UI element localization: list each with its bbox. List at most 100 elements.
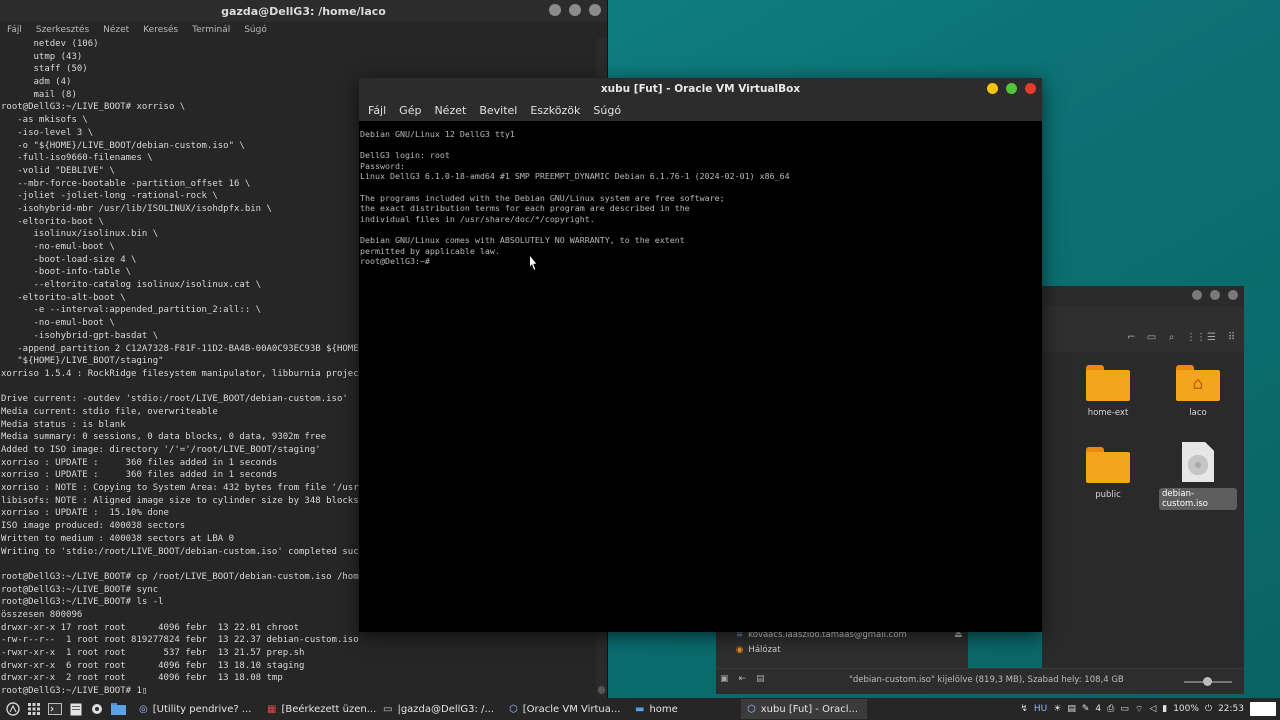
clipboard-icon[interactable]: ▤ (1067, 704, 1076, 714)
settings-launcher-icon[interactable] (88, 701, 106, 717)
virtualbox-icon: ⬡ (747, 703, 756, 715)
icon-view-icon[interactable]: ⋮⋮ (1186, 332, 1206, 343)
clock[interactable]: 22:53 (1218, 704, 1244, 714)
volume-icon[interactable]: ◁ (1149, 704, 1156, 714)
menu-search[interactable]: Keresés (143, 25, 178, 35)
taskbar-task[interactable]: ◎ [Utility pendrive? ... (133, 699, 261, 719)
folder-launcher-icon[interactable] (109, 701, 127, 717)
console-line: permitted by applicable law. (360, 245, 500, 256)
wifi-icon[interactable]: ⌔ (1135, 704, 1143, 715)
display-icon[interactable]: ▭ (1120, 704, 1129, 714)
folder-icon (1086, 365, 1130, 401)
menu-view[interactable]: Nézet (434, 104, 466, 117)
terminal-launcher-icon[interactable] (46, 701, 64, 717)
menu-file[interactable]: Fájl (368, 104, 386, 117)
terminal-titlebar[interactable]: gazda@DellG3: /home/laco (0, 0, 607, 22)
console-line: root@DellG3:~# (360, 256, 435, 267)
terminal-here-icon[interactable]: ⌐ (1126, 332, 1137, 343)
path-toggle-icon[interactable]: ⇤ (739, 674, 747, 684)
power-icon[interactable]: ⏻ (1205, 704, 1212, 714)
terminal-icon: ▭ (383, 703, 393, 715)
sidebar-item-network[interactable]: ◉ Hálózat (736, 645, 781, 655)
battery-icon[interactable]: ▮ (1162, 704, 1167, 714)
new-folder-icon[interactable]: ▭ (1146, 332, 1157, 343)
menu-help[interactable]: Súgó (593, 104, 621, 117)
notes-icon[interactable]: ✎ (1082, 704, 1090, 714)
file-view[interactable]: home-ext ⌂ laco public debian-custom.iso (1042, 352, 1244, 682)
virtualbox-icon: ⬡ (509, 703, 518, 715)
menu-help[interactable]: Súgó (244, 25, 267, 35)
terminal-line: drwxr-xr-x 6 root root 4096 febr 13 18.1… (1, 660, 305, 671)
show-desktop-icon[interactable] (25, 701, 43, 717)
minimize-button[interactable] (549, 4, 561, 16)
vm-console-screen[interactable]: Debian GNU/Linux 12 DellG3 tty1 DellG3 lo… (359, 121, 1042, 632)
maximize-button[interactable] (1006, 83, 1017, 94)
virtualbox-titlebar[interactable]: xubu [Fut] - Oracle VM VirtualBox (359, 78, 1042, 100)
menu-edit[interactable]: Szerkesztés (36, 25, 89, 35)
terminal-title: gazda@DellG3: /home/laco (221, 4, 386, 18)
close-button[interactable] (1228, 290, 1238, 300)
console-line: Password: (360, 160, 405, 171)
scrollbar-thumb[interactable] (598, 686, 605, 694)
console-line: Debian GNU/Linux comes with ABSOLUTELY N… (360, 234, 685, 245)
terminal-line: -rw-r--r-- 1 root root 819277824 febr 13… (1, 635, 359, 646)
file-label: debian-custom.iso (1159, 488, 1237, 510)
network-icon: ◉ (736, 645, 744, 655)
menu-devices[interactable]: Eszközök (530, 104, 580, 117)
file-manager-titlebar[interactable] (1042, 286, 1244, 306)
terminal-line: -rwxr-xr-x 1 root root 537 febr 13 21.57… (1, 648, 305, 658)
file-label: home-ext (1087, 408, 1129, 418)
console-line: individual files in /usr/share/doc/*/cop… (360, 213, 595, 224)
workspace-switcher[interactable] (1250, 702, 1276, 716)
file-item[interactable]: ⌂ laco (1159, 362, 1237, 419)
file-manager-toolbar: ⌐ ▭ ⌕ ⋮⋮ ☰ ⠿ (1042, 326, 1244, 348)
file-label: public (1095, 490, 1121, 500)
sidebar-toggle-icon[interactable]: ▣ (720, 674, 729, 684)
update-icon[interactable]: ↯ (1020, 704, 1028, 714)
taskbar: ◎ [Utility pendrive? ... ▦ [Beérkezett ü… (0, 698, 1280, 720)
taskbar-task[interactable]: ▭ |gazda@DellG3: /... (377, 699, 503, 719)
file-item[interactable]: public (1069, 444, 1147, 501)
terminal-line: root@DellG3:~/LIVE_BOOT# 1▯ (1, 686, 148, 697)
menu-terminal[interactable]: Terminál (192, 25, 230, 35)
taskbar-task[interactable]: ▦ [Beérkezett üzen... (261, 699, 377, 719)
minimize-button[interactable] (987, 83, 998, 94)
virtualbox-window[interactable]: xubu [Fut] - Oracle VM VirtualBox Fájl G… (359, 78, 1042, 632)
file-label: laco (1189, 408, 1207, 418)
file-item[interactable]: home-ext (1069, 362, 1147, 419)
maximize-button[interactable] (569, 4, 581, 16)
taskbar-task[interactable]: ⬡ [Oracle VM Virtua... (503, 699, 629, 719)
details-toggle-icon[interactable]: ▤ (756, 674, 765, 684)
zoom-slider-knob[interactable] (1203, 677, 1212, 686)
mail-icon: ▦ (267, 703, 277, 715)
close-button[interactable] (589, 4, 601, 16)
compact-view-icon[interactable]: ⠿ (1226, 332, 1237, 343)
terminal-line: staff (50) (1, 64, 88, 75)
menu-view[interactable]: Nézet (103, 25, 129, 35)
menu-file[interactable]: Fájl (7, 25, 22, 35)
status-text: "debian-custom.iso" kijelölve (819,3 MB)… (849, 675, 1124, 685)
console-line: Debian GNU/Linux 12 DellG3 tty1 (360, 129, 515, 139)
list-view-icon[interactable]: ☰ (1206, 332, 1217, 343)
minimize-button[interactable] (1192, 290, 1202, 300)
maximize-button[interactable] (1210, 290, 1220, 300)
taskbar-task[interactable]: ▬ home (629, 699, 741, 719)
system-tray: ↯ HU ☀ ▤ ✎ 4 ⎙ ▭ ⌔ ◁ ▮ 100% ⏻ 22:53 (1020, 702, 1280, 716)
taskbar-task[interactable]: ⬡ xubu [Fut] - Oracl... (741, 699, 867, 719)
keyboard-layout[interactable]: HU (1034, 704, 1047, 714)
file-manager-window[interactable]: ⌐ ▭ ⌕ ⋮⋮ ☰ ⠿ home-ext ⌂ laco public debi… (1042, 286, 1244, 694)
printer-icon[interactable]: ⎙ (1107, 704, 1114, 714)
search-icon[interactable]: ⌕ (1166, 332, 1177, 343)
close-button[interactable] (1025, 83, 1036, 94)
battery-level: 100% (1173, 704, 1199, 714)
file-manager-launcher-icon[interactable] (67, 701, 85, 717)
file-item[interactable]: debian-custom.iso (1159, 442, 1237, 510)
app-menu-icon[interactable] (4, 701, 22, 717)
notification-count[interactable]: 4 (1095, 704, 1101, 714)
weather-icon[interactable]: ☀ (1053, 704, 1061, 714)
menu-machine[interactable]: Gép (399, 104, 421, 117)
virtualbox-title: xubu [Fut] - Oracle VM VirtualBox (600, 83, 801, 95)
console-line: The programs included with the Debian GN… (360, 192, 725, 203)
menu-input[interactable]: Bevitel (479, 104, 517, 117)
